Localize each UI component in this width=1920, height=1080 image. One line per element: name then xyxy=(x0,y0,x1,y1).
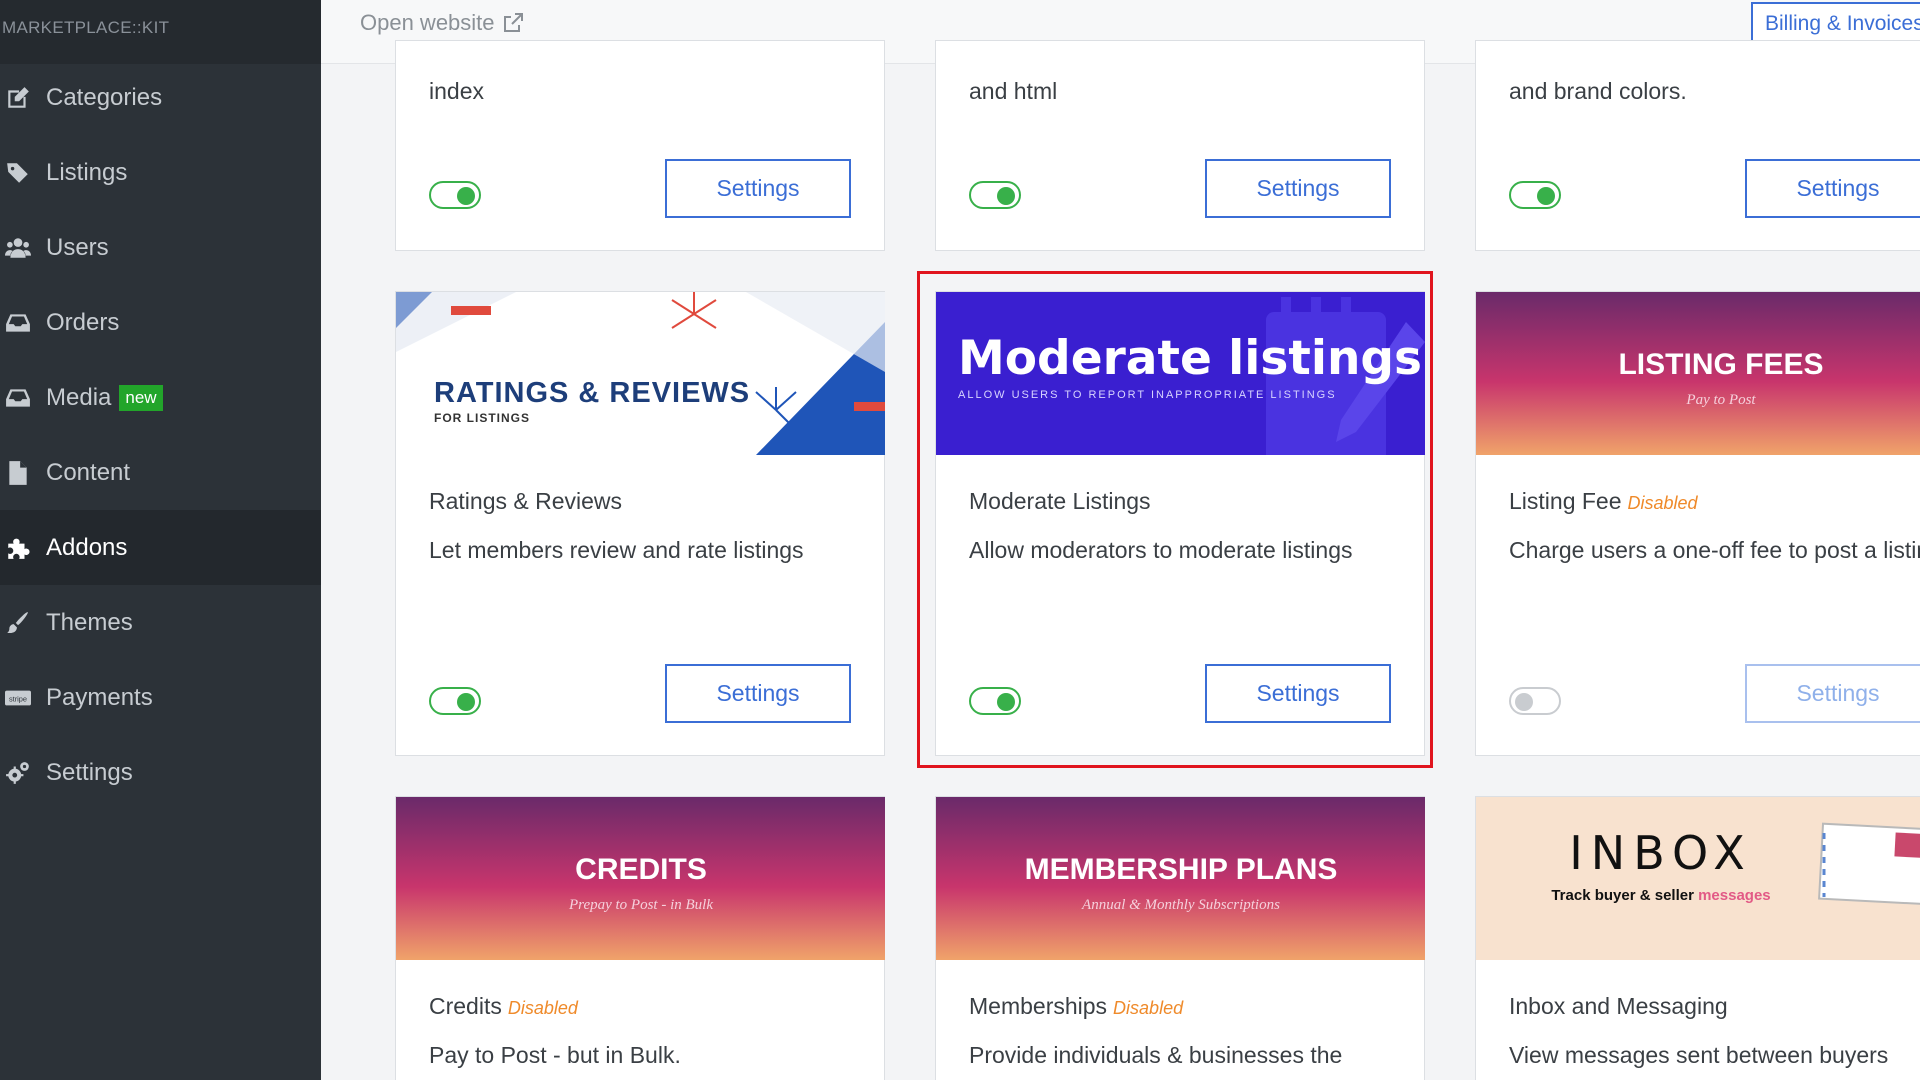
card-description: Let members review and rate listings xyxy=(429,537,804,563)
sidebar-item-label: Media xyxy=(46,383,112,411)
sidebar-item-orders[interactable]: Orders xyxy=(0,285,321,360)
card-title: Listing Fee Disabled xyxy=(1509,488,1698,515)
ratings-reviews-banner: RATINGS & REVIEWS FOR LISTINGS xyxy=(396,292,885,455)
enable-toggle[interactable] xyxy=(1509,687,1561,715)
tags-icon xyxy=(4,160,32,186)
card-description: Provide individuals & businesses the xyxy=(969,1042,1343,1068)
settings-button[interactable]: Settings xyxy=(1205,159,1391,218)
sidebar-item-label: Content xyxy=(46,458,131,486)
sidebar-item-addons[interactable]: Addons xyxy=(0,510,321,585)
enable-toggle[interactable] xyxy=(969,181,1021,209)
addon-card-inbox: INBOX Track buyer & seller messages Inbo… xyxy=(1475,796,1920,1080)
puzzle-icon xyxy=(4,535,32,561)
sidebar-item-listings[interactable]: Listings xyxy=(0,135,321,210)
inbox-banner: INBOX Track buyer & seller messages xyxy=(1476,797,1920,960)
disabled-status: Disabled xyxy=(1113,998,1184,1018)
card-description: View messages sent between buyers xyxy=(1509,1042,1889,1068)
addon-card: and html Settings xyxy=(935,40,1425,251)
credits-banner: CREDITS Prepay to Post - in Bulk xyxy=(396,797,885,960)
card-description: Allow moderators to moderate listings xyxy=(969,537,1353,563)
disabled-status: Disabled xyxy=(1627,493,1698,513)
banner-subtitle-highlight: messages xyxy=(1698,887,1771,904)
sidebar-item-label: Orders xyxy=(46,308,120,336)
sidebar-item-users[interactable]: Users xyxy=(0,210,321,285)
card-title: Moderate Listings xyxy=(969,488,1151,514)
open-website-link[interactable]: Open website xyxy=(360,10,525,36)
addon-card: and brand colors. Settings xyxy=(1475,40,1920,251)
listing-fees-banner: LISTING FEES Pay to Post xyxy=(1476,292,1920,455)
addon-card-memberships: MEMBERSHIP PLANS Annual & Monthly Subscr… xyxy=(935,796,1425,1080)
settings-button[interactable]: Settings xyxy=(1205,664,1391,723)
enable-toggle[interactable] xyxy=(429,181,481,209)
sidebar-item-categories[interactable]: Categories xyxy=(0,60,321,135)
card-title-text: Credits xyxy=(429,993,502,1019)
banner-title: CREDITS xyxy=(575,853,707,886)
brand-logo[interactable]: MARKETPLACE::KIT xyxy=(0,0,321,64)
edit-icon xyxy=(4,85,32,111)
sidebar: MARKETPLACE::KIT Categories Listings Use… xyxy=(0,0,321,1080)
users-icon xyxy=(4,235,32,261)
inbox-icon xyxy=(4,385,32,411)
sidebar-item-label: Categories xyxy=(46,83,163,111)
new-badge: new xyxy=(119,384,163,411)
settings-button[interactable]: Settings xyxy=(1745,159,1920,218)
card-title-text: Listing Fee xyxy=(1509,488,1622,514)
inbox-icon xyxy=(4,310,32,336)
sidebar-item-content[interactable]: Content xyxy=(0,435,321,510)
sidebar-item-label: Addons xyxy=(46,533,128,561)
card-title-text: Memberships xyxy=(969,993,1108,1019)
sidebar-item-label: Themes xyxy=(46,608,133,636)
banner-subtitle: Annual & Monthly Subscriptions xyxy=(1081,897,1280,913)
settings-button[interactable]: Settings xyxy=(665,664,851,723)
settings-button[interactable]: Settings xyxy=(665,159,851,218)
banner-title: RATINGS & REVIEWS xyxy=(434,377,750,409)
brush-icon xyxy=(4,610,32,636)
membership-plans-banner: MEMBERSHIP PLANS Annual & Monthly Subscr… xyxy=(936,797,1425,960)
banner-subtitle: ALLOW USERS TO REPORT INAPPROPRIATE LIST… xyxy=(958,389,1337,401)
banner-subtitle: Track buyer & seller xyxy=(1551,887,1698,904)
addon-card-ratings-reviews: RATINGS & REVIEWS FOR LISTINGS Ratings &… xyxy=(395,291,885,756)
card-title: Memberships Disabled xyxy=(969,993,1183,1020)
sidebar-item-themes[interactable]: Themes xyxy=(0,585,321,660)
banner-title: MEMBERSHIP PLANS xyxy=(1025,853,1338,886)
cogs-icon xyxy=(4,760,32,786)
moderate-listings-banner: Moderate listings ALLOW USERS TO REPORT … xyxy=(936,292,1425,455)
settings-button[interactable]: Settings xyxy=(1745,664,1920,723)
svg-text:Track buyer & seller messages: Track buyer & seller messages xyxy=(1551,887,1770,904)
card-description: Charge users a one-off fee to post a lis… xyxy=(1509,537,1920,563)
enable-toggle[interactable] xyxy=(429,687,481,715)
banner-subtitle: Pay to Post xyxy=(1685,392,1756,408)
sidebar-item-label: Users xyxy=(46,233,109,261)
banner-title: Moderate listings xyxy=(958,331,1422,386)
card-description: index xyxy=(429,78,484,104)
sidebar-item-label: Listings xyxy=(46,158,128,186)
enable-toggle[interactable] xyxy=(969,687,1021,715)
banner-title: INBOX xyxy=(1569,826,1753,880)
banner-subtitle: FOR LISTINGS xyxy=(434,411,530,425)
sidebar-item-media[interactable]: Media new xyxy=(0,360,321,435)
stripe-icon: stripe xyxy=(4,685,32,711)
card-description: and html xyxy=(969,78,1058,104)
external-link-icon xyxy=(503,13,523,32)
sidebar-item-label: Payments xyxy=(46,683,153,711)
enable-toggle[interactable] xyxy=(1509,181,1561,209)
card-title: Ratings & Reviews xyxy=(429,488,623,514)
card-description: and brand colors. xyxy=(1509,78,1687,104)
addon-card: index Settings xyxy=(395,40,885,251)
card-title: Credits Disabled xyxy=(429,993,578,1020)
disabled-status: Disabled xyxy=(507,998,578,1018)
addon-card-credits: CREDITS Prepay to Post - in Bulk Credits… xyxy=(395,796,885,1080)
svg-text:stripe: stripe xyxy=(9,694,27,703)
addon-card-listing-fee: LISTING FEES Pay to Post Listing Fee Disa… xyxy=(1475,291,1920,756)
card-title: Inbox and Messaging xyxy=(1509,993,1728,1019)
card-description: Pay to Post - but in Bulk. xyxy=(429,1042,681,1068)
file-icon xyxy=(4,460,32,486)
sidebar-item-label: Settings xyxy=(46,758,133,786)
sidebar-item-settings[interactable]: Settings xyxy=(0,735,321,810)
addon-card-moderate-listings: Moderate listings ALLOW USERS TO REPORT … xyxy=(935,291,1425,756)
open-website-label: Open website xyxy=(360,10,495,35)
sidebar-item-payments[interactable]: stripe Payments xyxy=(0,660,321,735)
banner-title: LISTING FEES xyxy=(1618,348,1823,381)
banner-subtitle: Prepay to Post - in Bulk xyxy=(568,897,713,913)
